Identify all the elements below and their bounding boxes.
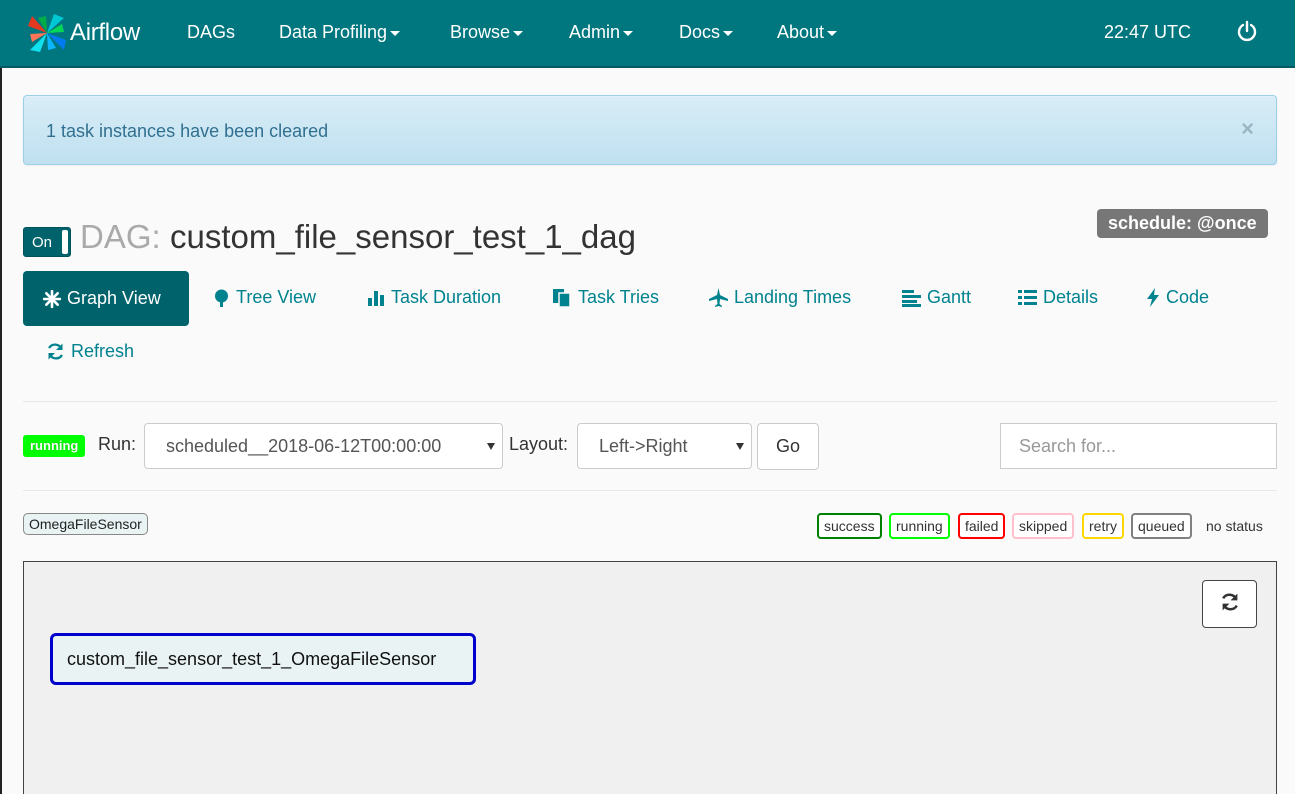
legend-queued[interactable]: queued: [1131, 513, 1192, 539]
refresh-icon: [46, 342, 65, 361]
toggle-label: On: [32, 234, 53, 251]
tab-tree-view[interactable]: Tree View: [213, 287, 316, 308]
page-edge: [0, 68, 2, 794]
close-icon[interactable]: ×: [1241, 116, 1254, 142]
brand-text: Airflow: [70, 19, 140, 46]
go-button[interactable]: Go: [757, 423, 819, 470]
tab-label: Landing Times: [734, 287, 852, 307]
tab-label: Task Tries: [578, 287, 660, 307]
legend-no-status[interactable]: no status: [1199, 513, 1270, 539]
task-node[interactable]: custom_file_sensor_test_1_OmegaFileSenso…: [50, 633, 476, 685]
tab-label: Graph View: [67, 288, 161, 308]
tab-landing-times[interactable]: Landing Times: [709, 287, 851, 308]
tab-label: Gantt: [927, 287, 972, 307]
legend-running[interactable]: running: [889, 513, 950, 539]
dag-run-state-badge: running: [23, 435, 86, 457]
layout-select[interactable]: Left->Right: [577, 423, 752, 469]
caret-down-icon: [513, 30, 524, 36]
tab-code[interactable]: Code: [1146, 287, 1209, 308]
layout-select-value: Left->Right: [599, 436, 688, 456]
run-select[interactable]: scheduled__2018-06-12T00:00:00: [144, 423, 503, 469]
brand[interactable]: Airflow: [26, 12, 140, 54]
utc-clock: 22:47 UTC: [1104, 22, 1192, 42]
divider: [23, 490, 1277, 491]
layout-label: Layout:: [509, 434, 569, 454]
power-icon[interactable]: [1236, 20, 1258, 42]
graph-refresh-button[interactable]: [1202, 580, 1257, 628]
alert-message: 1 task instances have been cleared: [46, 121, 329, 141]
tab-label: Refresh: [71, 341, 135, 361]
toggle-knob: [62, 230, 68, 254]
legend-success[interactable]: success: [817, 513, 882, 539]
list-icon: [1018, 289, 1037, 307]
tab-gantt[interactable]: Gantt: [902, 287, 971, 308]
refresh-icon: [1220, 592, 1240, 617]
operator-legend-item: OmegaFileSensor: [23, 513, 148, 535]
nav-about[interactable]: About: [777, 22, 838, 43]
dag-prefix: DAG:: [80, 218, 161, 255]
nav-admin[interactable]: Admin: [569, 22, 634, 43]
gantt-icon: [902, 289, 921, 307]
asterisk-icon: [43, 289, 61, 308]
tab-label: Task Duration: [391, 287, 502, 307]
nav-data-profiling[interactable]: Data Profiling: [279, 22, 401, 43]
tab-details[interactable]: Details: [1018, 287, 1098, 308]
tab-refresh[interactable]: Refresh: [46, 341, 134, 362]
airflow-logo-icon: [26, 12, 68, 54]
dropdown-arrow-icon: [487, 443, 495, 450]
nav-dags[interactable]: DAGs: [187, 22, 235, 43]
legend-retry[interactable]: retry: [1082, 513, 1124, 539]
divider: [23, 401, 1277, 402]
search-input[interactable]: Search for...: [1000, 423, 1277, 469]
nav-docs[interactable]: Docs: [679, 22, 734, 43]
tab-label: Tree View: [236, 287, 317, 307]
dag-title: custom_file_sensor_test_1_dag: [170, 218, 636, 255]
dropdown-arrow-icon: [736, 443, 744, 450]
bar-chart-icon: [367, 289, 385, 307]
legend-skipped[interactable]: skipped: [1012, 513, 1075, 539]
caret-down-icon: [623, 30, 634, 36]
caret-down-icon: [390, 30, 401, 36]
run-label: Run:: [98, 434, 137, 454]
tab-task-duration[interactable]: Task Duration: [367, 287, 501, 308]
caret-down-icon: [723, 30, 734, 36]
caret-down-icon: [827, 30, 838, 36]
nav-browse[interactable]: Browse: [450, 22, 524, 43]
tree-icon: [213, 289, 230, 307]
tab-label: Details: [1043, 287, 1099, 307]
tab-task-tries[interactable]: Task Tries: [552, 287, 659, 308]
tab-graph-view[interactable]: Graph View: [23, 271, 189, 326]
schedule-badge: schedule: @once: [1097, 209, 1268, 238]
dag-pause-toggle[interactable]: On: [23, 227, 71, 257]
info-alert: 1 task instances have been cleared ×: [23, 95, 1277, 165]
duplicate-icon: [552, 288, 572, 308]
run-select-value: scheduled__2018-06-12T00:00:00: [166, 436, 442, 456]
tab-label: Code: [1166, 287, 1210, 307]
navbar: Airflow DAGs Data Profiling Browse Admin…: [0, 0, 1295, 68]
plane-icon: [709, 288, 728, 307]
flash-icon: [1146, 288, 1160, 307]
legend-failed[interactable]: failed: [958, 513, 1006, 539]
